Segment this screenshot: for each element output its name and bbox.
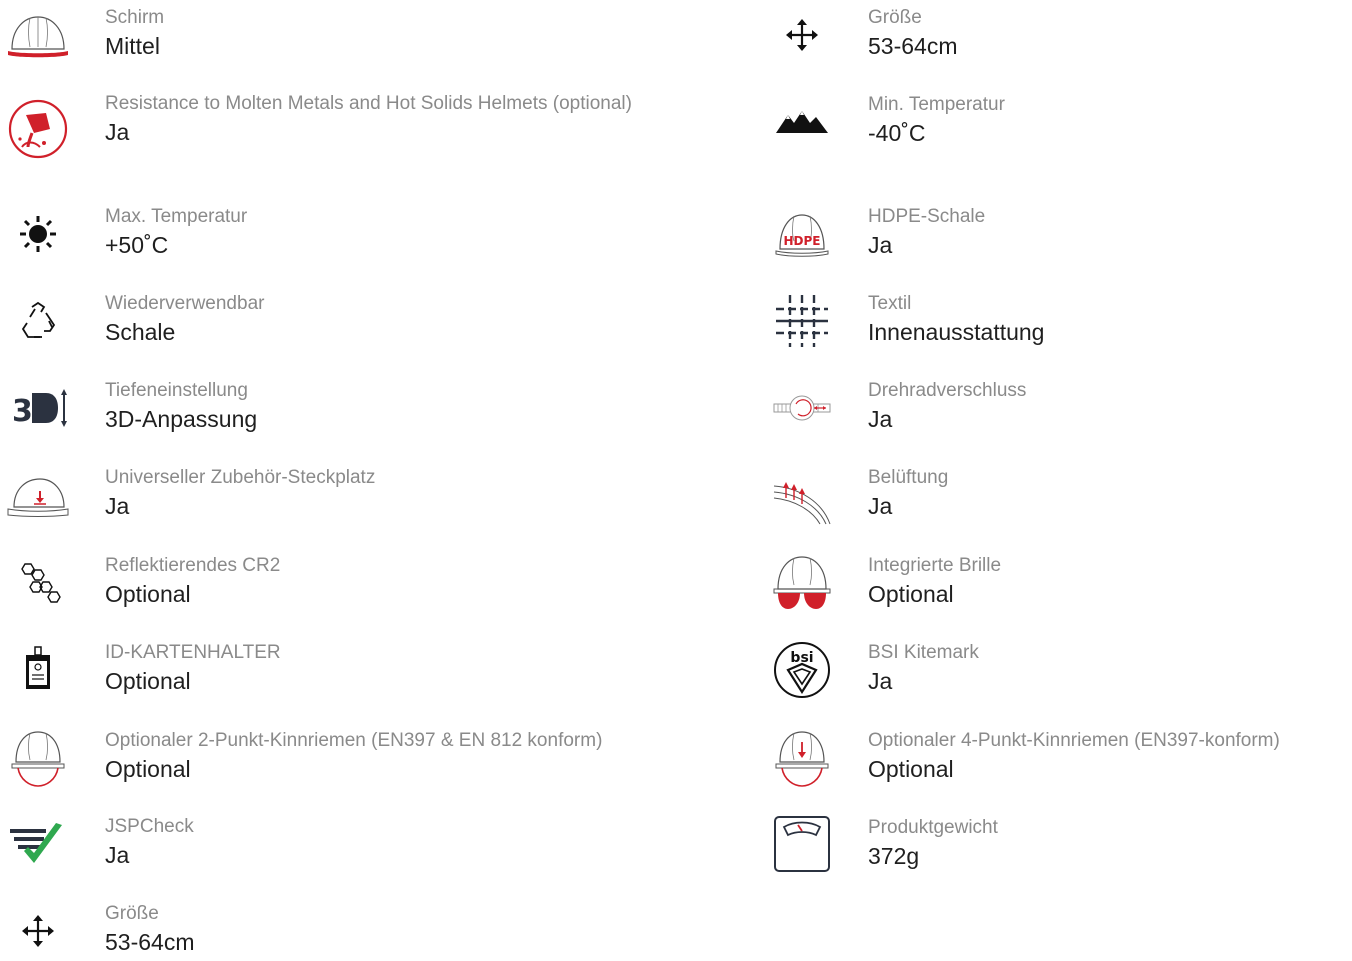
feature-label: Belüftung — [868, 467, 949, 488]
feature-text: Universeller Zubehör-Steckplatz Ja — [105, 465, 720, 521]
feature-value: Ja — [105, 842, 130, 868]
feature-value: +50˚C — [105, 232, 169, 258]
feature-value: Ja — [868, 406, 893, 432]
feature-label: Schirm — [105, 7, 165, 28]
bsi-kitemark-icon: bsi — [764, 640, 840, 700]
feature-label: Resistance to Molten Metals and Hot Soli… — [105, 93, 632, 114]
feature-value: 3D-Anpassung — [105, 406, 258, 432]
feature-text: Belüftung Ja — [868, 465, 1352, 521]
accessory-slot-icon — [0, 465, 76, 525]
feature-value: Ja — [868, 232, 893, 258]
feature-text: Produktgewicht 372g — [868, 815, 1352, 871]
feature-label: Größe — [105, 903, 159, 924]
weight-scale-icon — [764, 815, 840, 875]
feature-label: BSI Kitemark — [868, 642, 979, 663]
feature-label: JSPCheck — [105, 816, 194, 837]
feature-label: Max. Temperatur — [105, 206, 248, 227]
recycle-icon — [0, 291, 76, 351]
feature-value: 53-64cm — [868, 33, 958, 59]
feature-value: Ja — [105, 119, 130, 145]
feature-value: Optional — [868, 581, 954, 607]
feature-label: Textil — [868, 293, 912, 314]
helmet-chinstrap-4pt-icon — [764, 728, 840, 788]
feature-value: -40˚C — [868, 120, 926, 146]
size-arrows-icon — [764, 5, 840, 65]
feature-value: Mittel — [105, 33, 160, 59]
feature-value: Ja — [868, 668, 893, 694]
feature-text: Größe 53-64cm — [105, 901, 720, 957]
feature-text: Tiefeneinstellung 3D-Anpassung — [105, 378, 720, 434]
feature-label: ID-KARTENHALTER — [105, 642, 281, 663]
mountains-icon — [764, 92, 840, 152]
id-card-holder-icon — [0, 640, 76, 700]
feature-label: Größe — [868, 7, 922, 28]
integrated-glasses-icon — [764, 553, 840, 613]
feature-value: Optional — [105, 581, 191, 607]
feature-label: Integrierte Brille — [868, 555, 1002, 576]
feature-value: Schale — [105, 319, 176, 345]
feature-text: Optionaler 4-Punkt-Kinnriemen (EN397-kon… — [868, 728, 1352, 784]
feature-label: HDPE-Schale — [868, 206, 986, 227]
hdpe-icon-text: HDPE — [784, 234, 821, 248]
feature-label: Wiederverwendbar — [105, 293, 265, 314]
feature-text: Resistance to Molten Metals and Hot Soli… — [105, 91, 720, 147]
jspcheck-icon — [0, 814, 76, 874]
feature-text: Schirm Mittel — [105, 5, 720, 61]
feature-value: Ja — [868, 493, 893, 519]
molten-metal-icon — [0, 99, 76, 159]
feature-label: Tiefeneinstellung — [105, 380, 248, 401]
feature-value: 372g — [868, 843, 920, 869]
feature-text: Integrierte Brille Optional — [868, 553, 1352, 609]
feature-value: Optional — [105, 756, 191, 782]
feature-text: Min. Temperatur -40˚C — [868, 92, 1352, 148]
feature-label: Reflektierendes CR2 — [105, 555, 281, 576]
textile-icon — [764, 291, 840, 351]
feature-value: Ja — [105, 493, 130, 519]
sun-icon — [0, 204, 76, 264]
feature-value: Optional — [105, 668, 191, 694]
feature-text: BSI Kitemark Ja — [868, 640, 1352, 696]
feature-text: JSPCheck Ja — [105, 814, 720, 870]
feature-text: Optionaler 2-Punkt-Kinnriemen (EN397 & E… — [105, 728, 720, 784]
feature-text: Textil Innenausstattung — [868, 291, 1352, 347]
svg-text:3: 3 — [12, 394, 33, 429]
feature-text: Drehradverschluss Ja — [868, 378, 1352, 434]
feature-label: Optionaler 2-Punkt-Kinnriemen (EN397 & E… — [105, 730, 603, 751]
feature-label: Min. Temperatur — [868, 94, 1005, 115]
size-arrows-icon — [0, 901, 76, 961]
helmet-chinstrap-2pt-icon — [0, 728, 76, 788]
reflective-hexagon-icon — [0, 553, 76, 613]
feature-label: Produktgewicht — [868, 817, 998, 838]
feature-label: Optionaler 4-Punkt-Kinnriemen (EN397-kon… — [868, 730, 1280, 751]
3d-adjust-icon: 3 — [0, 378, 76, 438]
feature-value: Innenausstattung — [868, 319, 1045, 345]
feature-label: Drehradverschluss — [868, 380, 1027, 401]
helmet-brim-icon — [0, 5, 76, 65]
feature-text: Reflektierendes CR2 Optional — [105, 553, 720, 609]
feature-text: ID-KARTENHALTER Optional — [105, 640, 720, 696]
feature-label: Universeller Zubehör-Steckplatz — [105, 467, 376, 488]
feature-text: Max. Temperatur +50˚C — [105, 204, 720, 260]
feature-text: HDPE-Schale Ja — [868, 204, 1352, 260]
ventilation-icon — [764, 471, 840, 531]
feature-text: Wiederverwendbar Schale — [105, 291, 720, 347]
feature-value: Optional — [868, 756, 954, 782]
feature-text: Größe 53-64cm — [868, 5, 1352, 61]
hdpe-helmet-icon: HDPE — [764, 204, 840, 264]
wheel-ratchet-icon — [764, 378, 840, 438]
